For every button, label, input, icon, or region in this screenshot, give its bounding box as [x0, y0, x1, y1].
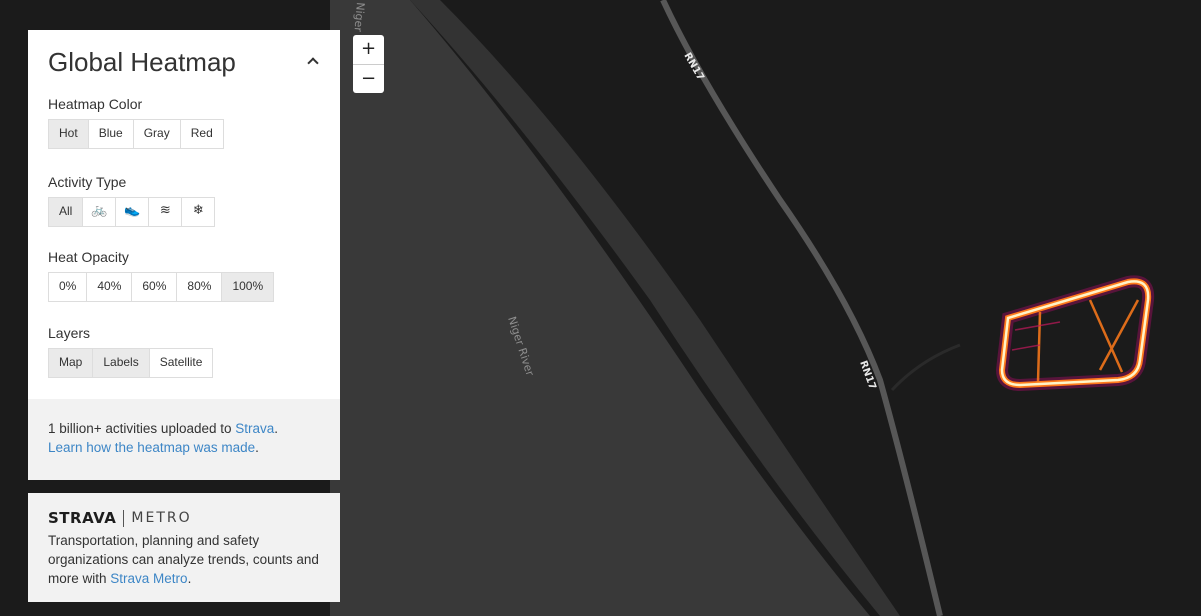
- activity-type-section: Activity Type All 🚲 👟 ≋ ❄: [48, 174, 216, 227]
- heatmap-color-group: Hot Blue Gray Red: [48, 119, 224, 149]
- info-text: 1 billion+ activities uploaded to: [48, 421, 236, 436]
- opacity-100-button[interactable]: 100%: [221, 273, 274, 301]
- layers-group: Map Labels Satellite: [48, 348, 214, 378]
- color-blue-button[interactable]: Blue: [87, 120, 133, 148]
- color-gray-button[interactable]: Gray: [132, 120, 180, 148]
- heatmap-panel: Global Heatmap Heatmap Color Hot Blue Gr…: [28, 30, 340, 480]
- opacity-40-button[interactable]: 40%: [86, 273, 132, 301]
- info-period-2: .: [255, 440, 259, 455]
- color-hot-button[interactable]: Hot: [49, 120, 88, 148]
- panel-header: Global Heatmap: [28, 30, 340, 96]
- metro-period: .: [187, 571, 192, 586]
- heat-opacity-label: Heat Opacity: [48, 249, 129, 265]
- info-line-1: 1 billion+ activities uploaded to Strava…: [48, 419, 320, 438]
- heat-opacity-section: Heat Opacity 0% 40% 60% 80% 100%: [48, 249, 275, 302]
- activity-type-label: Activity Type: [48, 174, 127, 190]
- snowflake-icon: ❄: [192, 203, 204, 218]
- strava-metro-link[interactable]: Strava Metro: [110, 571, 187, 586]
- metro-wordmark: METRO: [131, 510, 192, 526]
- run-shoe-icon: 👟: [124, 203, 141, 218]
- activity-ride-button[interactable]: 🚲: [82, 198, 116, 226]
- zoom-control: + −: [353, 35, 384, 93]
- heat-opacity-group: 0% 40% 60% 80% 100%: [48, 272, 275, 302]
- collapse-chevron-icon[interactable]: [306, 53, 322, 67]
- strava-metro-card: STRAVA METRO Transportation, planning an…: [28, 493, 340, 602]
- river-label-top: Niger: [351, 2, 367, 33]
- opacity-0-button[interactable]: 0%: [49, 273, 87, 301]
- activity-all-button[interactable]: All: [49, 198, 83, 226]
- strava-metro-logo: STRAVA METRO: [48, 508, 320, 528]
- bike-icon: 🚲: [91, 203, 108, 218]
- info-box: 1 billion+ activities uploaded to Strava…: [28, 399, 340, 480]
- zoom-in-button[interactable]: +: [353, 35, 384, 64]
- layer-map-button[interactable]: Map: [49, 349, 93, 377]
- activity-winter-button[interactable]: ❄: [181, 198, 215, 226]
- heatmap-color-label: Heatmap Color: [48, 96, 143, 112]
- layers-label: Layers: [48, 325, 91, 341]
- heatmap-color-section: Heatmap Color Hot Blue Gray Red: [48, 96, 224, 149]
- zoom-out-button[interactable]: −: [353, 64, 384, 93]
- activity-water-button[interactable]: ≋: [148, 198, 182, 226]
- info-line-2: Learn how the heatmap was made.: [48, 438, 320, 457]
- layer-satellite-button[interactable]: Satellite: [148, 349, 213, 377]
- opacity-60-button[interactable]: 60%: [131, 273, 177, 301]
- panel-title: Global Heatmap: [48, 47, 236, 77]
- strava-link[interactable]: Strava: [235, 421, 274, 436]
- info-period: .: [274, 421, 279, 436]
- water-waves-icon: ≋: [159, 203, 171, 218]
- color-red-button[interactable]: Red: [179, 120, 223, 148]
- layers-section: Layers Map Labels Satellite: [48, 325, 214, 378]
- metro-description: Transportation, planning and safety orga…: [48, 531, 320, 588]
- layer-labels-button[interactable]: Labels: [92, 349, 149, 377]
- opacity-80-button[interactable]: 80%: [176, 273, 222, 301]
- strava-wordmark: STRAVA: [48, 509, 117, 527]
- activity-run-button[interactable]: 👟: [115, 198, 149, 226]
- activity-type-group: All 🚲 👟 ≋ ❄: [48, 197, 216, 227]
- logo-divider: [123, 509, 125, 527]
- learn-heatmap-link[interactable]: Learn how the heatmap was made: [48, 440, 255, 455]
